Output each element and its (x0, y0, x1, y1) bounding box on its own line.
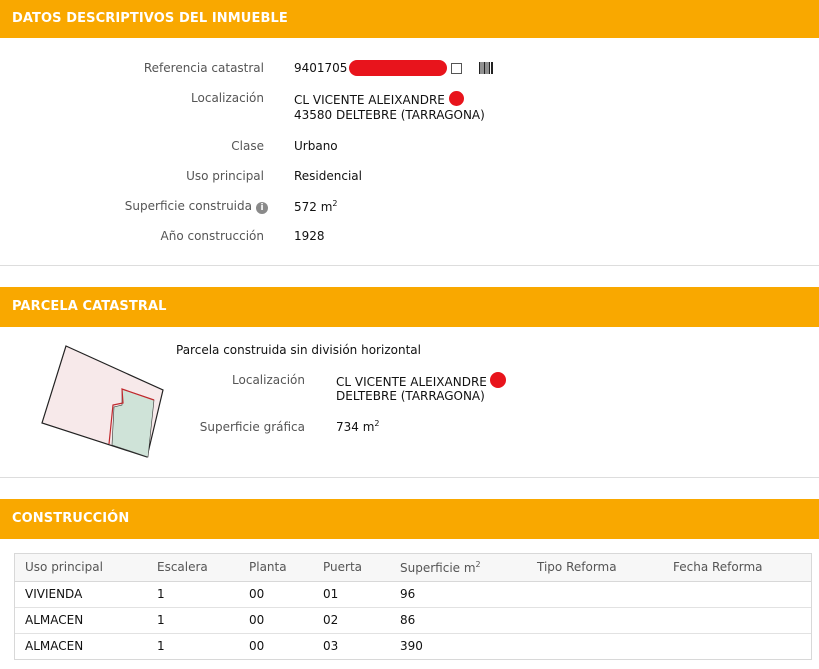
cell-superficie: 96 (390, 581, 527, 608)
cell-puerta: 03 (323, 639, 339, 654)
section-title: PARCELA CATASTRAL (12, 299, 167, 314)
cell-planta: 00 (249, 639, 265, 654)
address-line-2: 43580 DELTEBRE (TARRAGONA) (294, 108, 485, 122)
section-header-construccion: CONSTRUCCIÓN (0, 499, 819, 539)
row-referencia: Referencia catastral 9401705 (0, 60, 819, 79)
col-header-puerta[interactable]: Puerta (313, 554, 390, 582)
label-anio: Año construcción (160, 229, 265, 243)
address-line-1: CL VICENTE ALEIXANDRE (294, 93, 445, 107)
label-superficie: Superficie construida i (125, 199, 268, 214)
value-superficie: 572 m2 (294, 199, 338, 214)
redaction-mark (448, 91, 464, 106)
cell-planta: 00 (239, 607, 313, 634)
col-header-fecha-reforma[interactable]: Fecha Reforma (663, 554, 811, 582)
cell-escalera: 1 (147, 607, 239, 634)
value-parcela-localizacion: CL VICENTE ALEIXANDRE (336, 372, 506, 389)
value-superficie-grafica: 734 m2 (336, 419, 380, 434)
cell-uso: ALMACEN (15, 607, 147, 634)
superficie-number: 572 m (294, 200, 333, 214)
cell-uso: VIVIENDA (15, 581, 147, 608)
row-localizacion: Localización CL VICENTE ALEIXANDRE 43580… (0, 91, 819, 127)
row-clase: Clase Urbano (0, 139, 819, 157)
col-header-tipo-reforma[interactable]: Tipo Reforma (527, 554, 663, 582)
row-anio: Año construcción 1928 (0, 229, 819, 247)
inmueble-details: Referencia catastral 9401705 Localizació… (0, 38, 819, 266)
cell-uso: ALMACEN (25, 639, 84, 654)
label-clase: Clase (231, 139, 264, 153)
parcela-address-line-2: DELTEBRE (TARRAGONA) (336, 389, 485, 403)
cell-puerta: 02 (313, 607, 390, 634)
col-header-uso[interactable]: Uso principal (15, 554, 147, 582)
cell-planta: 00 (239, 581, 313, 608)
cell-puerta: 01 (313, 581, 390, 608)
parcela-address-line-1: CL VICENTE ALEIXANDRE (336, 375, 487, 389)
construccion-table: Uso principal Escalera Planta Puerta Sup… (15, 554, 811, 659)
value-uso: Residencial (294, 169, 362, 183)
copy-icon[interactable] (451, 63, 462, 74)
value-clase: Urbano (294, 139, 338, 153)
parcel-map[interactable] (38, 343, 168, 459)
table-row[interactable]: ALMACEN 1 00 02 86 (15, 607, 811, 634)
col-header-planta[interactable]: Planta (239, 554, 313, 582)
cell-fecha-reforma (663, 581, 811, 608)
label-superficie-text: Superficie construida (124, 199, 252, 213)
table-row[interactable]: ALMACEN 1 00 03 390 (15, 633, 811, 659)
table-row[interactable]: VIVIENDA 1 00 01 96 (15, 581, 811, 608)
parcela-title: Parcela construida sin división horizont… (176, 343, 421, 357)
superficie-unit-exp: 2 (332, 199, 338, 208)
section-header-parcela: PARCELA CATASTRAL (0, 287, 819, 327)
cell-fecha-reforma (663, 633, 811, 659)
col-header-superficie[interactable]: Superficie m2 (390, 554, 527, 582)
cell-superficie: 390 (400, 639, 423, 654)
cell-escalera: 1 (147, 581, 239, 608)
cell-tipo-reforma (527, 581, 663, 608)
cell-tipo-reforma (527, 607, 663, 634)
cell-tipo-reforma (527, 633, 663, 659)
cell-escalera: 1 (157, 639, 165, 654)
superficie-grafica-number: 734 m (336, 420, 375, 434)
barcode-icon[interactable] (479, 62, 493, 74)
col-header-superficie-text: Superficie m (400, 560, 476, 575)
label-referencia: Referencia catastral (143, 61, 264, 75)
value-localizacion: CL VICENTE ALEIXANDRE (294, 91, 464, 107)
parcela-details: Parcela construida sin división horizont… (0, 327, 819, 478)
row-uso: Uso principal Residencial (0, 169, 819, 187)
superficie-grafica-unit-exp: 2 (374, 419, 380, 428)
label-superficie-grafica: Superficie gráfica (199, 420, 305, 434)
cell-superficie: 86 (390, 607, 527, 634)
section-title: DATOS DESCRIPTIVOS DEL INMUEBLE (12, 11, 288, 26)
redaction-mark (349, 60, 447, 76)
label-uso: Uso principal (186, 169, 264, 183)
section-title: CONSTRUCCIÓN (12, 511, 130, 526)
cell-fecha-reforma (663, 607, 811, 634)
col-header-escalera[interactable]: Escalera (147, 554, 239, 582)
label-localizacion: Localización (191, 91, 264, 105)
construccion-table-wrapper: Uso principal Escalera Planta Puerta Sup… (14, 553, 812, 660)
table-header-row: Uso principal Escalera Planta Puerta Sup… (15, 554, 811, 582)
row-superficie: Superficie construida i 572 m2 (0, 199, 819, 217)
value-referencia[interactable]: 9401705 (294, 61, 347, 75)
col-header-superficie-exp: 2 (475, 559, 481, 569)
value-anio: 1928 (294, 229, 325, 243)
info-icon[interactable]: i (256, 202, 268, 214)
section-header-inmueble: DATOS DESCRIPTIVOS DEL INMUEBLE (0, 0, 819, 38)
redaction-mark (489, 372, 506, 388)
label-parcela-localizacion: Localización (232, 373, 305, 387)
